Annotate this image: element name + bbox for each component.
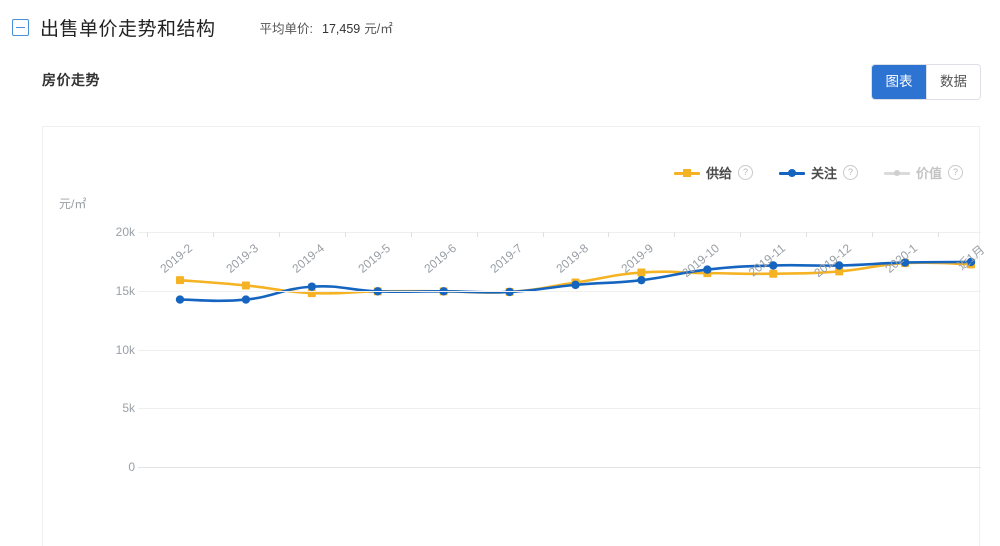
- legend-marker-attention-icon: [778, 167, 805, 179]
- page-title: 出售单价走势和结构: [40, 18, 216, 40]
- average-price-unit: 元/㎡: [364, 21, 393, 36]
- y-axis-tick-label: 5k: [122, 401, 135, 416]
- average-price-value: 17,459: [322, 21, 361, 36]
- x-axis-tick: [147, 232, 148, 237]
- section-header: 出售单价走势和结构 平均单价: 17,459 元/㎡: [0, 10, 1000, 44]
- data-point-关注[interactable]: [703, 265, 712, 274]
- data-point-关注[interactable]: [241, 295, 251, 304]
- average-price-summary: 平均单价: 17,459 元/㎡: [260, 18, 393, 37]
- legend-label-supply: 供给: [705, 166, 732, 181]
- data-point-关注[interactable]: [307, 282, 317, 291]
- x-axis-tick: [344, 232, 346, 237]
- y-axis-tick-label: 20k: [115, 225, 135, 239]
- y-axis-tick-label: 0: [128, 460, 135, 474]
- x-axis-tick: [410, 232, 412, 237]
- data-point-关注[interactable]: [175, 295, 185, 304]
- y-axis-tick-label: 10k: [115, 342, 135, 357]
- minus-square-icon[interactable]: [12, 18, 29, 36]
- legend-item-value[interactable]: 价值 ?: [883, 163, 963, 182]
- data-point-关注[interactable]: [571, 280, 580, 290]
- chart-legend: 供给 ? 关注 ? 价值 ?: [673, 163, 963, 182]
- data-point-关注[interactable]: [505, 287, 514, 297]
- data-point-供给[interactable]: [176, 276, 184, 285]
- legend-label-attention: 关注: [810, 166, 837, 181]
- x-axis-tick: [806, 232, 808, 237]
- data-point-供给[interactable]: [241, 281, 250, 290]
- plot-area: 0 5k 10k 15k 20k 2019-2 2019-3 2019-4 2019-5 2019…: [116, 225, 988, 474]
- x-axis-tick: [872, 232, 874, 237]
- x-axis-tick: [278, 232, 280, 237]
- legend-item-supply[interactable]: 供给 ?: [673, 163, 753, 182]
- y-axis-unit-label: 元/㎡: [59, 197, 87, 211]
- legend-marker-value-icon: [883, 167, 910, 179]
- chart-panel: 供给 ? 关注 ? 价值 ? 元/㎡ 0 5k 10k 15k 20k 2019…: [42, 126, 988, 546]
- gridline: [138, 349, 981, 351]
- chart-sub-header: 房价走势 图表 数据: [0, 60, 1000, 106]
- chart-area: 供给 ? 关注 ? 价值 ? 元/㎡ 0 5k 10k 15k 20k 2019…: [43, 127, 988, 545]
- gridline: [138, 290, 981, 292]
- legend-item-attention[interactable]: 关注 ?: [778, 163, 858, 182]
- data-point-供给[interactable]: [769, 269, 778, 278]
- x-axis-tick: [542, 232, 544, 237]
- tab-chart-view[interactable]: 图表: [872, 65, 926, 99]
- x-axis-tick: [938, 232, 939, 237]
- question-circle-icon-supply[interactable]: ?: [737, 165, 753, 180]
- average-price-label: 平均单价:: [259, 21, 313, 36]
- data-point-关注[interactable]: [637, 275, 646, 285]
- legend-marker-supply-icon: [673, 167, 700, 179]
- legend-label-value: 价值: [915, 166, 942, 181]
- gridline: [138, 408, 981, 410]
- data-point-供给[interactable]: [637, 268, 646, 277]
- x-axis-tick: [212, 232, 214, 237]
- price-trend-section: 出售单价走势和结构 平均单价: 17,459 元/㎡ 房价走势 图表 数据 供给: [0, 0, 1000, 546]
- x-axis-tick: [476, 232, 478, 237]
- y-axis-tick-label: 15k: [115, 283, 135, 298]
- view-mode-tabs: 图表 数据: [872, 65, 980, 99]
- question-circle-icon-value[interactable]: ?: [948, 165, 963, 180]
- question-circle-icon-attention[interactable]: ?: [842, 165, 858, 180]
- x-axis-baseline: [138, 467, 981, 468]
- chart-heading: 房价走势: [42, 72, 100, 88]
- gridline: [138, 232, 981, 233]
- x-axis-tick: [608, 232, 610, 237]
- x-axis-tick: [740, 232, 742, 237]
- tab-data-view[interactable]: 数据: [926, 65, 980, 99]
- x-axis-tick: [674, 232, 676, 237]
